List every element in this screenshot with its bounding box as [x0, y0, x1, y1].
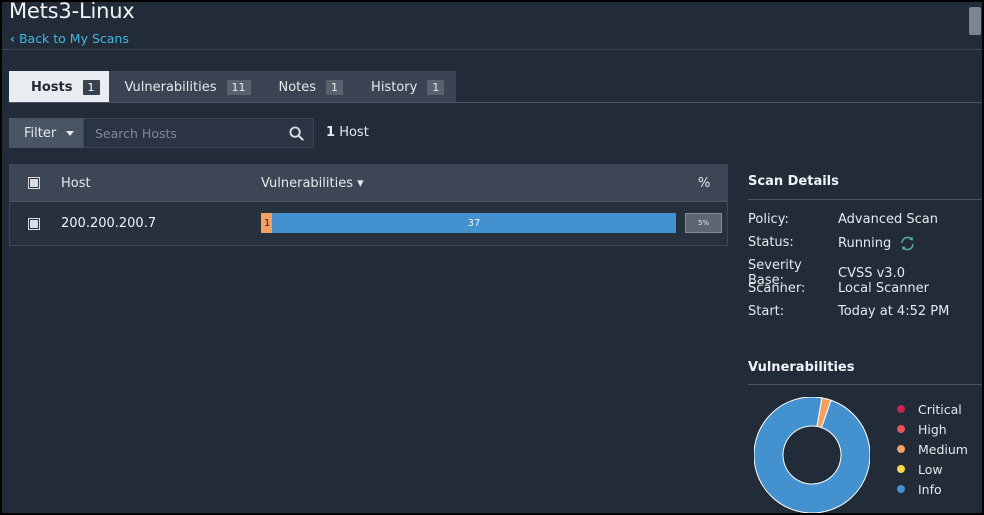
scan-page: Mets3-Linux ‹ Back to My Scans Hosts 1 V…: [2, 2, 982, 513]
header-divider: [2, 49, 982, 50]
tab-history[interactable]: History 1: [357, 71, 457, 103]
detail-status: Status: Running: [748, 235, 916, 252]
detail-start: Start: Today at 4:52 PM: [748, 304, 949, 319]
detail-key: Policy:: [748, 212, 789, 227]
legend-dot: [897, 405, 905, 413]
detail-scanner: Scanner: Local Scanner: [748, 281, 929, 296]
legend-dot: [897, 425, 905, 433]
legend-label: Low: [918, 461, 943, 477]
legend-item-medium[interactable]: Medium: [897, 439, 968, 459]
legend-label: High: [918, 421, 947, 437]
detail-key: Start:: [748, 304, 785, 319]
tab-hosts-count: 1: [82, 79, 100, 95]
search-icon[interactable]: [289, 126, 304, 141]
refresh-running-icon: [901, 236, 915, 251]
filter-button[interactable]: Filter: [9, 118, 83, 148]
scrollbar-thumb[interactable]: [969, 7, 981, 35]
legend-dot: [897, 465, 905, 473]
host-count-number: 1: [326, 125, 336, 140]
legend-label: Critical: [918, 401, 962, 417]
vulnerabilities-panel-title: Vulnerabilities: [748, 360, 855, 375]
host-ip[interactable]: 200.200.200.7: [61, 216, 156, 231]
tab-hosts-label: Hosts: [31, 79, 73, 95]
detail-value: Advanced Scan: [838, 212, 938, 227]
search-box: [83, 118, 314, 148]
filter-label: Filter: [24, 125, 57, 141]
vulnerabilities-panel-divider: [748, 384, 982, 385]
legend-item-info[interactable]: Info: [897, 479, 968, 499]
detail-key: Status:: [748, 235, 794, 250]
chart-legend: Critical High Medium Low Info: [897, 399, 968, 499]
tab-vulnerabilities-count: 11: [226, 79, 251, 95]
bar-segment-medium[interactable]: 1: [261, 213, 272, 233]
legend-item-high[interactable]: High: [897, 419, 968, 439]
select-all-checkbox[interactable]: [28, 177, 40, 189]
legend-label: Medium: [918, 441, 968, 457]
detail-key: Scanner:: [748, 281, 806, 296]
detail-policy: Policy: Advanced Scan: [748, 212, 938, 227]
vulnerability-bar[interactable]: 1 37: [261, 213, 676, 233]
caret-down-icon: [66, 130, 75, 136]
detail-value: Running: [838, 236, 892, 251]
tab-notes-count: 1: [326, 79, 344, 95]
host-count: 1 Host: [326, 125, 369, 140]
tab-vulnerabilities[interactable]: Vulnerabilities 11: [108, 71, 259, 103]
legend-dot: [897, 445, 905, 453]
back-link-label: Back to My Scans: [18, 31, 129, 46]
tab-history-label: History: [371, 79, 418, 95]
legend-item-critical[interactable]: Critical: [897, 399, 968, 419]
page-title: Mets3-Linux: [9, 2, 135, 23]
column-percent[interactable]: %: [698, 176, 710, 191]
scan-details-divider: [748, 199, 982, 200]
table-row[interactable]: 200.200.200.7 1 37 5%: [10, 201, 727, 245]
tab-history-count: 1: [427, 79, 445, 95]
tab-bar: Hosts 1 Vulnerabilities 11 Notes 1 Histo…: [9, 71, 457, 103]
scan-details-title: Scan Details: [748, 174, 839, 189]
chevron-left-icon: ‹: [10, 31, 15, 46]
row-checkbox[interactable]: [28, 217, 40, 230]
tab-vulnerabilities-label: Vulnerabilities: [124, 79, 217, 95]
vulnerabilities-donut-chart[interactable]: [754, 397, 870, 513]
detail-value: Local Scanner: [838, 281, 930, 296]
tab-notes-label: Notes: [278, 79, 317, 95]
tab-hosts[interactable]: Hosts 1: [9, 71, 109, 103]
host-count-label: Host: [339, 125, 369, 140]
legend-label: Info: [918, 481, 942, 497]
column-host[interactable]: Host: [61, 176, 91, 191]
legend-dot: [897, 485, 905, 493]
percent-badge: 5%: [685, 213, 722, 233]
table-header: Host Vulnerabilities ▾ %: [10, 165, 727, 201]
bar-segment-info[interactable]: 37: [271, 213, 676, 233]
detail-value: CVSS v3.0: [838, 265, 905, 281]
hosts-table: Host Vulnerabilities ▾ % 200.200.200.7 1…: [9, 164, 728, 246]
tabs-divider: [9, 102, 982, 103]
back-to-scans-link[interactable]: ‹ Back to My Scans: [10, 31, 129, 46]
detail-value: Today at 4:52 PM: [838, 304, 950, 319]
donut-slice-info[interactable]: [754, 397, 870, 513]
column-vulnerabilities[interactable]: Vulnerabilities ▾: [261, 176, 364, 191]
legend-item-low[interactable]: Low: [897, 459, 968, 479]
tab-notes[interactable]: Notes 1: [258, 71, 358, 103]
search-input[interactable]: [84, 125, 279, 141]
